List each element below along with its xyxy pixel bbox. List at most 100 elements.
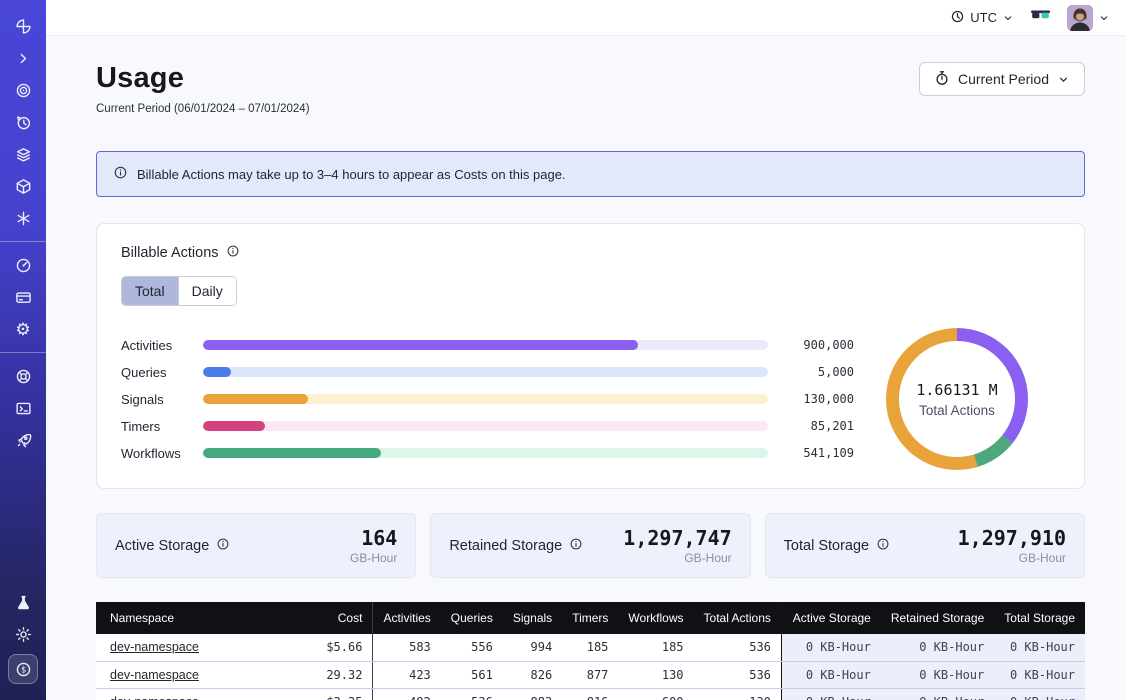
docs-terminal-icon[interactable]	[0, 396, 46, 420]
history-clock-icon[interactable]	[0, 110, 46, 134]
bar-fill	[203, 340, 638, 350]
metric-cell: 826	[503, 661, 562, 688]
support-lifebuoy-icon[interactable]	[0, 364, 46, 388]
info-icon[interactable]	[876, 537, 890, 555]
metric-cell: 492	[373, 688, 441, 700]
usage-gauge-icon[interactable]	[0, 253, 46, 277]
storage-summary-row: Active Storage164GB-Hour Retained Storage…	[96, 513, 1085, 578]
info-icon[interactable]	[226, 244, 240, 262]
column-header-cost: Cost	[294, 602, 373, 634]
bar-label: Activities	[121, 338, 203, 353]
storage-card-value: 1,297,747	[623, 526, 731, 550]
sidebar-divider	[0, 352, 46, 353]
dev-glasses-icon[interactable]	[1030, 7, 1051, 28]
temporal-logo-icon[interactable]	[0, 14, 46, 38]
bar-track	[203, 448, 768, 458]
metric-cell: 816	[562, 688, 618, 700]
bar-fill	[203, 448, 381, 458]
theme-sun-icon[interactable]	[0, 622, 46, 646]
bar-fill	[203, 421, 265, 431]
billable-actions-title: Billable Actions	[121, 245, 219, 261]
bar-label: Workflows	[121, 446, 203, 461]
bar-row-workflows: Workflows 541,109	[121, 440, 854, 467]
bar-label: Timers	[121, 419, 203, 434]
avatar	[1067, 5, 1093, 31]
storage-cell: 0 KB-Hour	[781, 661, 880, 688]
storage-cell: 0 KB-Hour	[994, 688, 1085, 700]
storage-card-value: 164	[350, 526, 397, 550]
storage-card-unit: GB-Hour	[958, 551, 1066, 565]
namespace-link[interactable]: dev-namespace	[96, 661, 294, 688]
storage-card-active-storage: Active Storage164GB-Hour	[96, 513, 416, 578]
bar-value: 130,000	[768, 392, 854, 406]
banner-text: Billable Actions may take up to 3–4 hour…	[137, 167, 566, 182]
info-icon[interactable]	[216, 537, 230, 555]
metric-cell: 877	[562, 661, 618, 688]
storage-cell: 0 KB-Hour	[881, 688, 994, 700]
cube-icon[interactable]	[0, 174, 46, 198]
metric-cell: 583	[373, 634, 441, 661]
bar-row-queries: Queries5,000	[121, 359, 854, 386]
info-icon	[113, 165, 128, 183]
metric-cell: 536	[441, 688, 503, 700]
tab-daily[interactable]: Daily	[178, 277, 236, 305]
storage-card-unit: GB-Hour	[623, 551, 731, 565]
timezone-label: UTC	[970, 10, 997, 25]
main-area: UTC Usage Current Period (06/01/2024 – 0…	[46, 0, 1126, 700]
metric-cell: 556	[441, 634, 503, 661]
sidebar-divider	[0, 241, 46, 242]
storage-card-label: Total Storage	[784, 538, 869, 554]
bar-row-timers: Timers 85,201	[121, 413, 854, 440]
clock-icon	[950, 9, 965, 27]
nexus-asterisk-icon[interactable]	[0, 206, 46, 230]
settings-gear-icon[interactable]: ⚙	[0, 317, 46, 341]
bar-fill	[203, 367, 231, 377]
table-row: dev-namespace$5.665835569941851855360 KB…	[96, 634, 1085, 661]
billing-card-icon[interactable]	[0, 285, 46, 309]
column-header-queries: Queries	[441, 602, 503, 634]
account-menu[interactable]	[1067, 5, 1110, 31]
timezone-selector[interactable]: UTC	[950, 9, 1014, 27]
namespace-link[interactable]: dev-namespace	[96, 634, 294, 661]
bar-track	[203, 367, 768, 377]
sidebar: ⚙$	[0, 0, 46, 700]
stopwatch-icon	[934, 70, 950, 89]
info-banner: Billable Actions may take up to 3–4 hour…	[96, 151, 1085, 197]
bar-track	[203, 340, 768, 350]
storage-card-unit: GB-Hour	[350, 551, 397, 565]
info-icon[interactable]	[569, 537, 583, 555]
bar-row-signals: Signals 130,000	[121, 386, 854, 413]
pricing-dollar-icon[interactable]: $	[8, 654, 38, 684]
rocket-icon[interactable]	[0, 428, 46, 452]
total-daily-tabs: TotalDaily	[121, 276, 237, 306]
chevron-down-icon	[1002, 12, 1014, 24]
layers-icon[interactable]	[0, 142, 46, 166]
storage-card-label: Retained Storage	[449, 538, 562, 554]
billable-actions-bar-chart: Activities 900,000 Queries5,000 Signals 130,…	[121, 332, 854, 467]
namespace-link[interactable]: dev-namespace	[96, 688, 294, 700]
period-selector-button[interactable]: Current Period	[919, 62, 1085, 96]
namespaces-icon[interactable]	[0, 78, 46, 102]
bar-label: Signals	[121, 392, 203, 407]
metric-cell: 536	[694, 634, 782, 661]
bar-value: 5,000	[768, 365, 854, 379]
page-subtitle: Current Period (06/01/2024 – 07/01/2024)	[96, 103, 310, 115]
column-header-activities: Activities	[373, 602, 441, 634]
svg-text:$: $	[20, 665, 25, 675]
metric-cell: 561	[441, 661, 503, 688]
namespace-usage-table: NamespaceCostActivitiesQueriesSignalsTim…	[96, 602, 1085, 700]
labs-flask-icon[interactable]	[0, 590, 46, 614]
storage-cell: 0 KB-Hour	[781, 688, 880, 700]
cost-cell: $3.35	[294, 688, 373, 700]
column-header-total-actions: Total Actions	[694, 602, 782, 634]
bar-value: 85,201	[768, 419, 854, 433]
chevron-right-icon[interactable]	[0, 46, 46, 70]
bar-value: 900,000	[768, 338, 854, 352]
metric-cell: 185	[618, 634, 693, 661]
bar-value: 541,109	[768, 446, 854, 460]
column-header-retained-storage: Retained Storage	[881, 602, 994, 634]
metric-cell: 130	[618, 661, 693, 688]
storage-card-value: 1,297,910	[958, 526, 1066, 550]
billable-actions-card: Billable Actions TotalDaily Activities 90…	[96, 223, 1085, 489]
tab-total[interactable]: Total	[122, 277, 178, 305]
